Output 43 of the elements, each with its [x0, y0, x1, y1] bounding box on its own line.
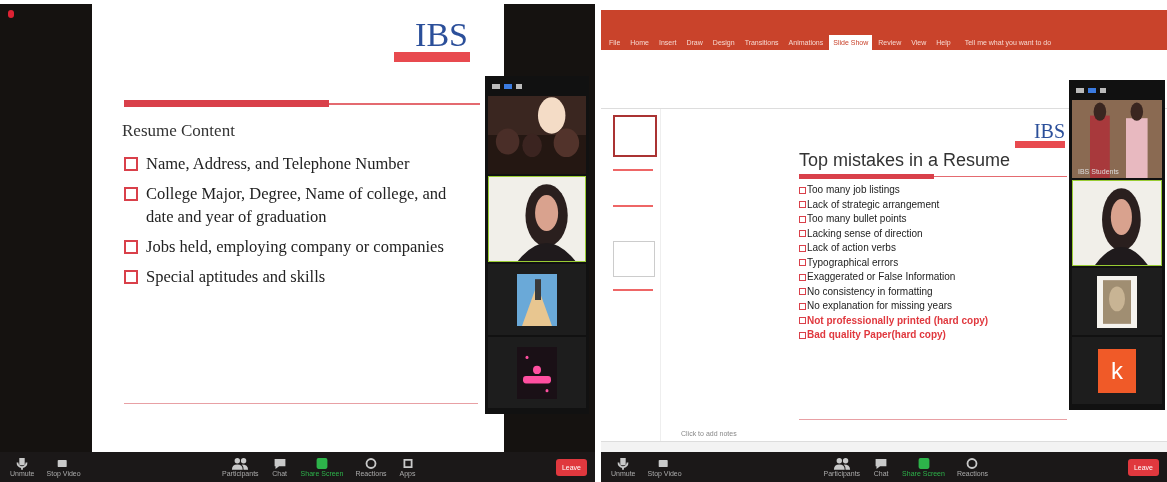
bullet-text: Lacking sense of direction	[807, 226, 923, 241]
bullet-text: Lack of action verbs	[807, 241, 896, 255]
bullet-text: Bad quality Paper(hard copy)	[807, 328, 946, 342]
bullet-icon	[799, 244, 806, 252]
bullet-icon	[124, 157, 138, 171]
logo-bar-icon	[1015, 141, 1065, 148]
logo: IBS	[415, 18, 468, 52]
bullet-icon	[799, 302, 806, 310]
bullet-icon	[799, 331, 806, 339]
bullet-icon	[799, 215, 806, 223]
bullet-text: Jobs held, employing company or companies	[146, 236, 444, 258]
bullet-text: Name, Address, and Telephone Number	[146, 153, 410, 175]
bullet-icon	[799, 259, 806, 267]
slide-title: Resume Content	[122, 121, 236, 141]
bullet-icon	[124, 270, 138, 284]
slide-thumbnail[interactable]	[613, 115, 657, 157]
bullet-text: Special aptitudes and skills	[146, 266, 326, 288]
bullet-icon	[124, 187, 138, 201]
bullet-icon	[799, 201, 806, 209]
bullet-icon	[799, 230, 806, 238]
view-icon	[1076, 87, 1106, 93]
slide-title: Top mistakes in a Resume	[799, 150, 1012, 171]
bullet-icon	[124, 240, 138, 254]
bullet-text: Too many job listings	[807, 183, 900, 197]
people-icon	[231, 457, 250, 470]
recording-icon	[8, 10, 14, 18]
bullet-icon	[799, 186, 806, 194]
bullet-text: Lack of strategic arrangement	[807, 197, 940, 212]
bullet-text: Too many bullet points	[807, 212, 907, 226]
bullet-text: Exaggerated or False Information	[807, 270, 956, 284]
bullet-text: College Major, Degree, Name of college, and date and year of graduation	[146, 183, 448, 228]
people-icon	[832, 457, 851, 470]
bullet-text: Not professionally printed (hard copy)	[807, 313, 989, 328]
bullet-text: Typographical errors	[807, 255, 899, 270]
bullet-icon	[799, 317, 806, 325]
bullet-text: No consistency in formatting	[807, 284, 933, 299]
bullet-text: No explanation for missing years	[807, 299, 953, 313]
logo: IBS	[1033, 121, 1065, 141]
avatar: k	[1098, 348, 1136, 393]
view-icon	[492, 83, 522, 89]
bullet-icon	[799, 273, 806, 281]
logo-bar-icon	[394, 52, 470, 62]
bullet-icon	[799, 288, 806, 296]
